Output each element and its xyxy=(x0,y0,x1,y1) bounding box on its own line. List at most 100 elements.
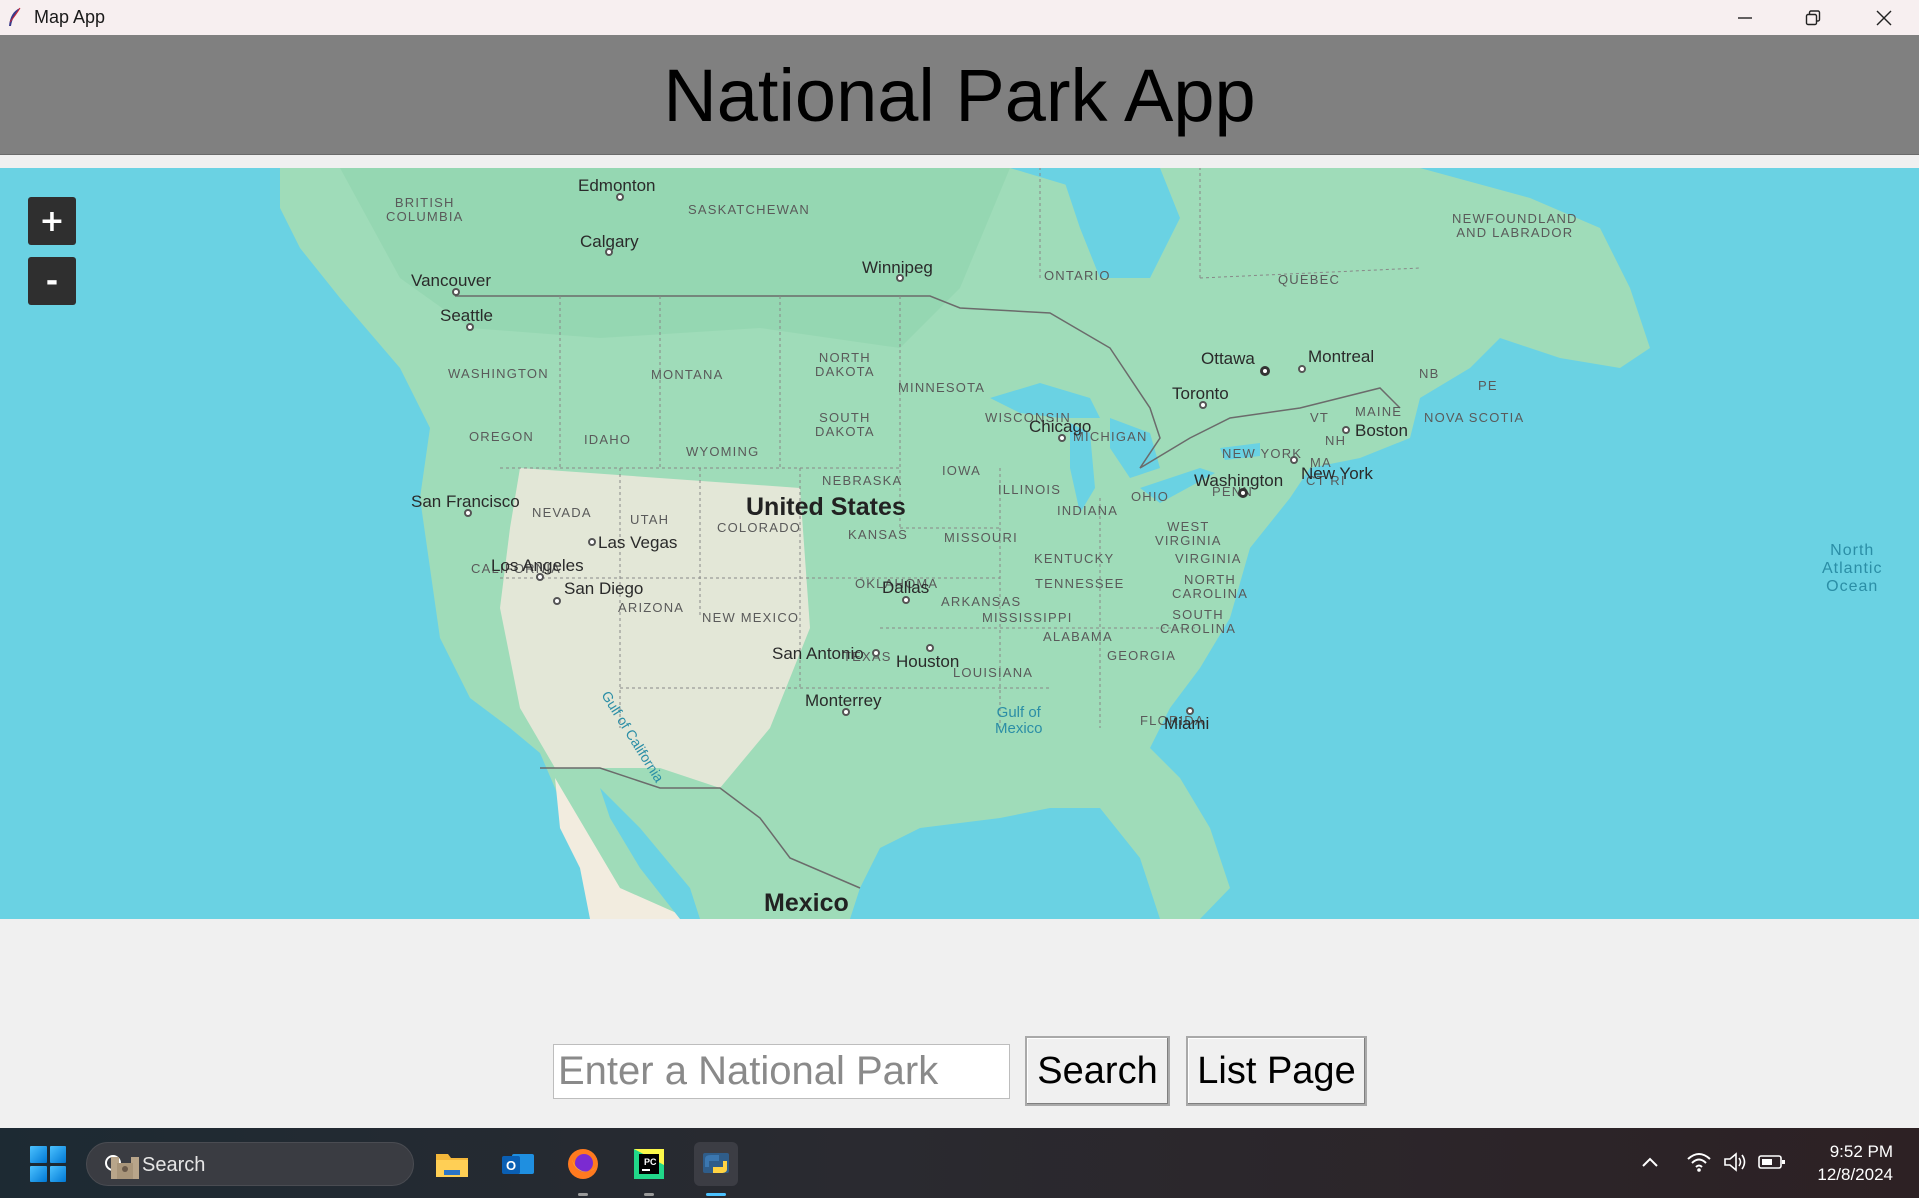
city-marker[interactable] xyxy=(1186,707,1194,715)
park-search-input[interactable] xyxy=(553,1044,1010,1099)
city-marker[interactable] xyxy=(1058,434,1066,442)
region-label: ONTARIO xyxy=(1044,268,1111,283)
battery-icon[interactable] xyxy=(1758,1152,1786,1172)
zoom-out-button[interactable]: - xyxy=(28,257,76,305)
region-label: VIRGINIA xyxy=(1175,551,1242,566)
city-marker[interactable] xyxy=(1260,366,1270,376)
city-label: Las Vegas xyxy=(598,533,678,552)
region-label: MAINE xyxy=(1355,404,1403,419)
window-titlebar: Map App xyxy=(0,0,1919,35)
list-page-button[interactable]: List Page xyxy=(1186,1036,1367,1106)
city-marker[interactable] xyxy=(605,248,613,256)
city-marker[interactable] xyxy=(536,573,544,581)
region-label: NEBRASKA xyxy=(822,473,903,488)
cathedral-icon xyxy=(111,1157,139,1179)
city-marker[interactable] xyxy=(1290,456,1298,464)
restore-button[interactable] xyxy=(1778,0,1848,35)
city-marker[interactable] xyxy=(842,708,850,716)
city-marker[interactable] xyxy=(452,288,460,296)
region-label: COLORADO xyxy=(717,520,802,535)
region-label: INDIANA xyxy=(1057,503,1119,518)
city-marker[interactable] xyxy=(1238,488,1248,498)
region-label: SOUTH CAROLINA xyxy=(1160,607,1237,636)
active-indicator xyxy=(706,1193,726,1196)
windows-start-icon[interactable] xyxy=(30,1146,66,1182)
running-indicator xyxy=(644,1193,654,1196)
city-label: Ottawa xyxy=(1201,349,1255,368)
region-label: PE xyxy=(1478,378,1498,393)
water-label: Gulf of Mexico xyxy=(995,704,1043,737)
city-marker[interactable] xyxy=(1298,365,1306,373)
wifi-icon[interactable] xyxy=(1686,1150,1712,1174)
minimize-button[interactable] xyxy=(1710,0,1780,35)
svg-text:O: O xyxy=(506,1158,516,1173)
region-label: ARKANSAS xyxy=(941,594,1022,609)
region-label: OHIO xyxy=(1131,489,1170,504)
region-label: NEWFOUNDLAND AND LABRADOR xyxy=(1452,211,1578,240)
region-label: SASKATCHEWAN xyxy=(688,202,811,217)
city-label: Dallas xyxy=(882,578,930,597)
city-label: Montreal xyxy=(1308,347,1375,366)
region-label: OREGON xyxy=(469,429,534,444)
city-marker[interactable] xyxy=(616,193,624,201)
map-view[interactable]: + - BRITISH COLUMBIA SASKATCHEWAN ONTARI… xyxy=(0,168,1919,919)
taskbar-search-box[interactable]: Search xyxy=(86,1142,414,1186)
clock-time: 9:52 PM xyxy=(1829,1142,1893,1161)
region-label: SOUTH DAKOTA xyxy=(815,410,875,439)
zoom-in-button[interactable]: + xyxy=(28,197,76,245)
file-explorer-icon[interactable] xyxy=(430,1142,474,1186)
minimize-icon xyxy=(1738,16,1752,19)
country-label-us: United States xyxy=(746,493,906,521)
region-label: IDAHO xyxy=(584,432,632,447)
region-label: GEORGIA xyxy=(1107,648,1177,663)
chevron-up-icon[interactable] xyxy=(1639,1152,1661,1174)
city-marker[interactable] xyxy=(553,597,561,605)
city-marker[interactable] xyxy=(1199,401,1207,409)
app-header: National Park App xyxy=(0,35,1919,155)
region-label: NH xyxy=(1325,433,1347,448)
region-label: WYOMING xyxy=(686,444,760,459)
region-label: NOVA SCOTIA xyxy=(1424,410,1525,425)
city-marker[interactable] xyxy=(896,274,904,282)
country-label-mexico: Mexico xyxy=(764,889,849,917)
region-label: ILLINOIS xyxy=(998,482,1062,497)
region-label: IOWA xyxy=(942,463,981,478)
svg-text:PC: PC xyxy=(644,1157,657,1167)
restore-icon xyxy=(1805,9,1821,25)
region-label: NEW MEXICO xyxy=(702,610,800,625)
region-label: NORTH CAROLINA xyxy=(1172,572,1249,601)
firefox-icon[interactable] xyxy=(561,1142,605,1196)
search-button[interactable]: Search xyxy=(1025,1036,1170,1106)
python-icon[interactable] xyxy=(694,1142,738,1196)
outlook-icon[interactable]: O xyxy=(496,1142,540,1186)
region-label: WASHINGTON xyxy=(448,366,549,381)
region-label: MONTANA xyxy=(651,367,724,382)
region-label: ARIZONA xyxy=(618,600,685,615)
city-marker[interactable] xyxy=(902,596,910,604)
city-marker[interactable] xyxy=(1342,426,1350,434)
volume-icon[interactable] xyxy=(1722,1150,1748,1174)
city-label: Washington xyxy=(1194,471,1284,490)
city-label: Vancouver xyxy=(411,271,492,290)
region-label: NB xyxy=(1419,366,1440,381)
city-marker[interactable] xyxy=(588,538,596,546)
system-clock[interactable]: 9:52 PM 12/8/2024 xyxy=(1817,1140,1893,1186)
pycharm-icon[interactable]: PC xyxy=(627,1142,671,1196)
city-label: Miami xyxy=(1164,714,1210,733)
region-label: LOUISIANA xyxy=(953,665,1034,680)
clock-date: 12/8/2024 xyxy=(1817,1165,1893,1184)
region-label: KENTUCKY xyxy=(1034,551,1115,566)
water-label: North Atlantic Ocean xyxy=(1822,542,1883,595)
city-marker[interactable] xyxy=(466,323,474,331)
close-icon xyxy=(1876,10,1892,25)
city-label: Houston xyxy=(896,652,960,671)
close-button[interactable] xyxy=(1849,0,1919,35)
region-label: KANSAS xyxy=(848,527,908,542)
region-label: NORTH DAKOTA xyxy=(815,350,875,379)
city-marker[interactable] xyxy=(872,649,880,657)
region-label: MISSISSIPPI xyxy=(982,610,1073,625)
region-label: UTAH xyxy=(630,512,670,527)
running-indicator xyxy=(578,1193,588,1196)
city-marker[interactable] xyxy=(464,509,472,517)
city-marker[interactable] xyxy=(926,644,934,652)
